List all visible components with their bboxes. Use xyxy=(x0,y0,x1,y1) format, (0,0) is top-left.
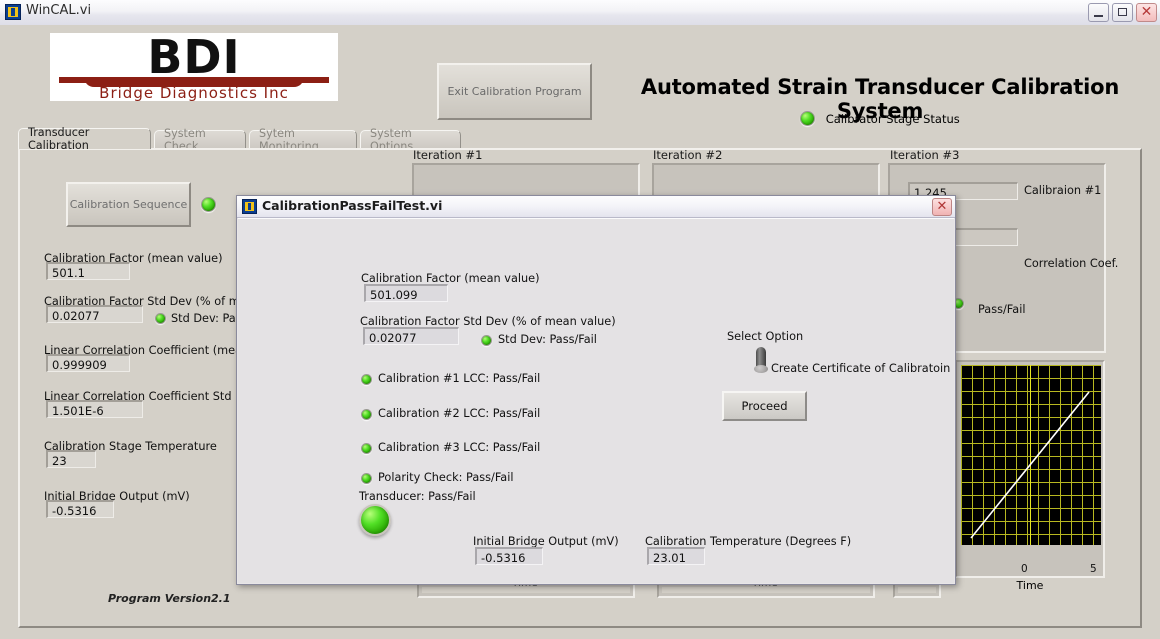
calibration-sequence-led xyxy=(201,197,216,212)
toggle-switch-base xyxy=(754,365,768,373)
iteration-2-label: Iteration #2 xyxy=(653,148,722,162)
graph-xtick-0: 0 xyxy=(1021,563,1028,575)
program-version: Program Version2.1 xyxy=(108,592,231,605)
polarity-check-led xyxy=(361,473,372,484)
dialog-transducer-label: Transducer: Pass/Fail xyxy=(359,490,476,503)
initial-bridge-output-value: -0.5316 xyxy=(46,500,114,518)
dialog-cal-temp-value: 23.01 xyxy=(647,547,705,565)
iteration3-correlation-label: Correlation Coef. xyxy=(1024,257,1118,270)
dialog-body: Calibration Factor (mean value) 501.099 … xyxy=(238,218,954,583)
application-window: WinCAL.vi ✕ BDI Bridge Diagnostics Inc E… xyxy=(0,0,1160,639)
dialog-titlebar: CalibrationPassFailTest.vi ✕ xyxy=(237,196,955,218)
labview-app-icon xyxy=(5,4,21,20)
calibration-3-lcc-label: Calibration #3 LCC: Pass/Fail xyxy=(378,441,540,454)
dialog-std-dev-value: 0.02077 xyxy=(363,327,459,345)
linear-correlation-stddev-value: 1.501E-6 xyxy=(46,400,143,418)
close-icon: ✕ xyxy=(937,199,948,214)
calibrator-stage-status-label: Calibrator Stage Status xyxy=(826,112,960,126)
polarity-check-label: Polarity Check: Pass/Fail xyxy=(378,471,514,484)
iteration-1-label: Iteration #1 xyxy=(413,148,482,162)
dialog-close-button[interactable]: ✕ xyxy=(932,198,952,216)
labview-vi-icon xyxy=(242,199,257,214)
calibrator-stage-status: Calibrator Stage Status xyxy=(600,111,1160,126)
calibration-factor-value: 501.1 xyxy=(46,262,130,280)
std-dev-status-label: Std Dev: Pass/Fail xyxy=(498,333,597,346)
close-button[interactable]: ✕ xyxy=(1136,3,1157,22)
exit-calibration-program-button[interactable]: Exit Calibration Program xyxy=(437,63,592,120)
calibration-sequence-button[interactable]: Calibration Sequence xyxy=(66,182,191,227)
dialog-check-row-3: Calibration #3 LCC: Pass/Fail xyxy=(361,441,540,454)
std-dev-passfail-led xyxy=(155,313,166,324)
tab-system-check[interactable]: System Check xyxy=(154,130,246,149)
tab-sytem-monitoring[interactable]: Sytem Monitoring xyxy=(249,130,357,149)
dialog-initial-bridge-value: -0.5316 xyxy=(475,547,543,565)
graph-xtick-5: 5 xyxy=(1090,563,1097,575)
dialog-check-row-4: Polarity Check: Pass/Fail xyxy=(361,471,514,484)
calibration-2-lcc-label: Calibration #2 LCC: Pass/Fail xyxy=(378,407,540,420)
tabstrip: Transducer Calibration System Check Syte… xyxy=(18,128,1142,149)
dialog-std-dev-status: Std Dev: Pass/Fail xyxy=(481,333,597,346)
calibration-2-lcc-led xyxy=(361,409,372,420)
calibration-1-lcc-led xyxy=(361,374,372,385)
calibrator-stage-status-led xyxy=(800,111,815,126)
create-certificate-toggle-switch[interactable] xyxy=(754,347,768,373)
minimize-button[interactable] xyxy=(1088,3,1109,22)
close-icon: ✕ xyxy=(1137,4,1156,21)
calibration-passfail-dialog: CalibrationPassFailTest.vi ✕ Calibration… xyxy=(236,195,956,585)
dialog-check-row-2: Calibration #2 LCC: Pass/Fail xyxy=(361,407,540,420)
logo-text: BDI xyxy=(58,36,330,78)
maximize-button[interactable] xyxy=(1112,3,1133,22)
select-option-label: Select Option xyxy=(727,330,803,343)
calibration-graph xyxy=(955,360,1105,578)
std-dev-passfail-label: Std Dev: Pas xyxy=(171,312,242,325)
iteration3-calibration-label: Calibraion #1 xyxy=(1024,184,1101,197)
std-dev-status-led xyxy=(481,335,492,346)
calibration-factor-stddev-value: 0.02077 xyxy=(46,305,143,323)
graph-x-axis-label: Time xyxy=(955,579,1105,592)
dialog-check-row-1: Calibration #1 LCC: Pass/Fail xyxy=(361,372,540,385)
create-certificate-label: Create Certificate of Calibratoin xyxy=(771,362,950,375)
iteration3-passfail-label: Pass/Fail xyxy=(978,303,1025,316)
window-titlebar: WinCAL.vi ✕ xyxy=(0,0,1160,26)
graph-plot-area xyxy=(961,365,1101,545)
calibration-3-lcc-led xyxy=(361,443,372,454)
linear-correlation-value: 0.999909 xyxy=(46,354,130,372)
logo-tagline: Bridge Diagnostics Inc xyxy=(50,84,338,102)
graph-trace xyxy=(961,365,1101,545)
proceed-button[interactable]: Proceed xyxy=(722,391,807,421)
iteration-3-label: Iteration #3 xyxy=(890,148,959,162)
tab-transducer-calibration[interactable]: Transducer Calibration xyxy=(18,128,151,149)
tab-system-options[interactable]: System Options xyxy=(360,130,461,149)
transducer-passfail-led xyxy=(359,504,391,536)
window-title: WinCAL.vi xyxy=(26,3,91,18)
company-logo: BDI Bridge Diagnostics Inc xyxy=(50,33,338,101)
dialog-title: CalibrationPassFailTest.vi xyxy=(262,198,442,213)
window-client-area: BDI Bridge Diagnostics Inc Exit Calibrat… xyxy=(0,25,1160,639)
dialog-calibration-factor-value: 501.099 xyxy=(364,284,448,302)
stage-temperature-value: 23 xyxy=(46,450,96,468)
calibration-1-lcc-label: Calibration #1 LCC: Pass/Fail xyxy=(378,372,540,385)
